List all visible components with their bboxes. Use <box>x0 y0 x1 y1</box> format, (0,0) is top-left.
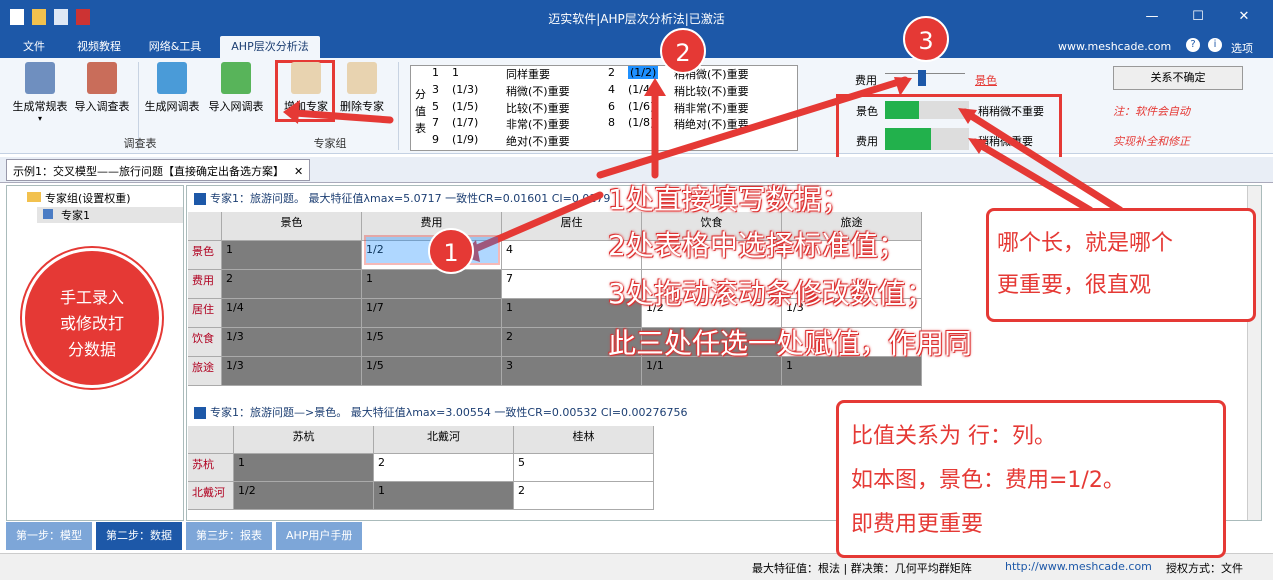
arrowhead <box>283 100 300 124</box>
marker-3: 3 <box>903 16 949 62</box>
arrowhead <box>894 77 912 96</box>
arrow-to-bar1 <box>961 108 1124 214</box>
instruction-line-1: 1处直接填写数据； <box>608 183 850 216</box>
arrow-to-add-expert <box>291 109 394 124</box>
instruction-line-3: 3处拖动滚动条修改数值； <box>608 277 934 310</box>
marker-1: 1 <box>428 228 474 274</box>
instruction-line-4: 此三处任选一处赋值，作用同 <box>608 327 973 360</box>
arrowhead <box>644 78 666 96</box>
instruction-line-2: 2处表格中选择标准值； <box>608 229 906 262</box>
length-note: 哪个长，就是哪个 更重要，很直观 <box>986 208 1256 322</box>
left-callout: 手工录入 或修改打 分数据 <box>22 248 162 388</box>
marker-2: 2 <box>660 28 706 74</box>
ratio-note: 比值关系为 行：列。 如本图，景色：费用=1/2。 即费用更重要 <box>836 400 1226 558</box>
